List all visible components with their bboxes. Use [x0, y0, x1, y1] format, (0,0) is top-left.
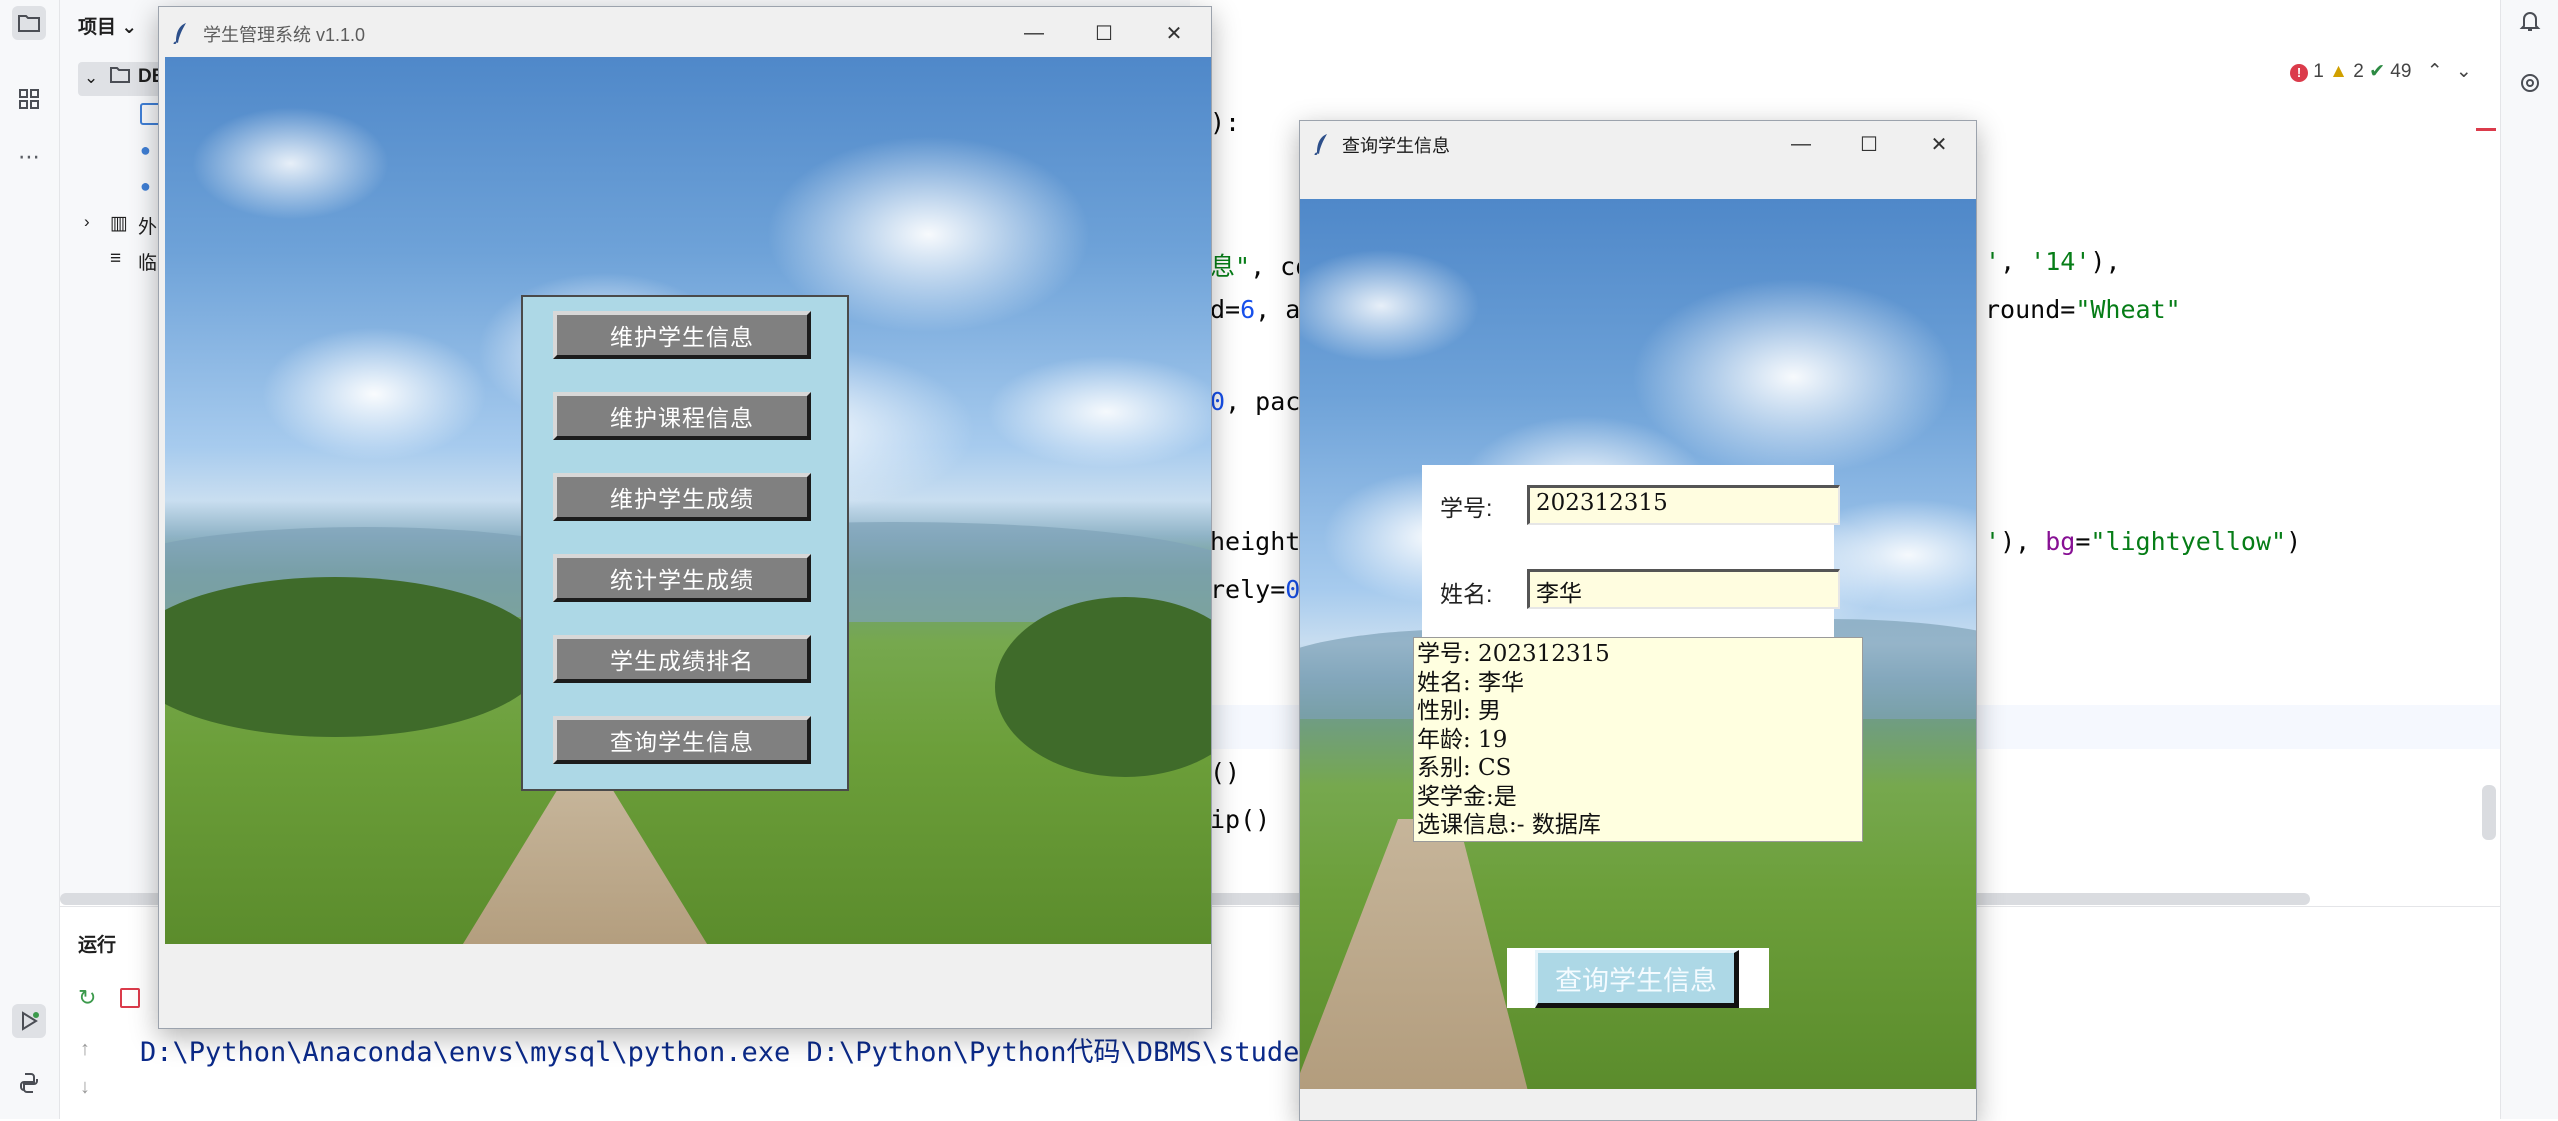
error-count: 1: [2313, 61, 2324, 82]
query-window: 查询学生信息 — ☐ ✕ 学号: 202312315 姓名: 李华 学号: 20…: [1299, 120, 1977, 1121]
maintain-student-info-button[interactable]: 维护学生信息: [553, 311, 811, 359]
feather-icon: [1314, 134, 1327, 155]
rerun-icon[interactable]: ↻: [78, 985, 96, 1011]
chevron-up-icon[interactable]: ⌃: [2427, 61, 2443, 82]
code-line: ', '14'),: [1985, 247, 2121, 276]
ai-assistant-icon[interactable]: [2513, 66, 2547, 100]
code-line: rely=0: [1210, 575, 1301, 604]
code-line: ip(): [1210, 805, 1271, 834]
result-line: 学号: 202312315: [1417, 641, 1610, 667]
code-line: 0, pac: [1210, 387, 1301, 416]
grade-ranking-button[interactable]: 学生成绩排名: [553, 635, 811, 683]
query-student-info-button[interactable]: 查询学生信息: [553, 716, 811, 764]
name-label: 姓名:: [1440, 581, 1493, 607]
code-line: d=6, a: [1210, 295, 1301, 324]
search-form: 学号: 202312315 姓名: 李华: [1422, 465, 1840, 637]
result-line: 性别: 男: [1417, 698, 1502, 724]
maximize-button[interactable]: ☐: [1069, 7, 1139, 59]
feather-icon: [173, 23, 186, 44]
minimize-button[interactable]: —: [1766, 121, 1836, 167]
arrow-down-icon[interactable]: ↓: [80, 1076, 90, 1099]
run-tab[interactable]: 运行: [78, 930, 116, 957]
bell-icon[interactable]: [2513, 4, 2547, 38]
chevron-down-icon[interactable]: ⌄: [84, 68, 98, 88]
folder-icon: [110, 66, 130, 90]
arrow-up-icon[interactable]: ↑: [80, 1038, 90, 1061]
run-tool-icon[interactable]: [12, 1004, 46, 1038]
result-line: 选课信息:- 数据库: [1417, 812, 1601, 838]
main-window-titlebar[interactable]: 学生管理系统 v1.1.0 — ☐ ✕: [159, 7, 1211, 59]
check-icon: ✔: [2369, 61, 2386, 82]
chevron-right-icon[interactable]: ›: [84, 212, 90, 232]
tree-scratch-label[interactable]: 临: [138, 248, 157, 275]
maintain-student-grades-button[interactable]: 维护学生成绩: [553, 473, 811, 521]
python-console-icon[interactable]: [12, 1066, 46, 1100]
vertical-scrollbar[interactable]: [2482, 785, 2496, 840]
dirt-path: [455, 787, 715, 944]
query-button[interactable]: 查询学生信息: [1535, 950, 1739, 1008]
scratch-icon: ≡: [110, 248, 122, 269]
activity-bar: ⋯: [0, 0, 60, 1119]
result-line: 系别: CS: [1417, 755, 1512, 781]
structure-icon[interactable]: [12, 82, 46, 116]
inspection-status[interactable]: ! 1 ▲ 2 ✔ 49 ⌃ ⌄: [2290, 60, 2472, 83]
right-tool-bar: [2500, 0, 2558, 1119]
statistics-grades-button[interactable]: 统计学生成绩: [553, 554, 811, 602]
code-line: height: [1210, 527, 1301, 556]
main-window: 学生管理系统 v1.1.0 — ☐ ✕ 维护学生信息 维护课程信息 维护学生成绩…: [158, 6, 1212, 1029]
warning-count: 2: [2353, 61, 2364, 82]
code-line: ):: [1210, 108, 1241, 137]
maintain-course-info-button[interactable]: 维护课程信息: [553, 392, 811, 440]
tree-cluster: [995, 597, 1211, 777]
name-input[interactable]: 李华: [1527, 569, 1840, 609]
code-line: '), bg="lightyellow"): [1985, 527, 2302, 556]
query-button-frame: 查询学生信息: [1507, 948, 1769, 1008]
project-title[interactable]: 项目 ⌄: [78, 12, 137, 39]
result-line: 奖学金:是: [1417, 783, 1517, 810]
code-line: round="Wheat": [1985, 295, 2181, 324]
code-line: (): [1210, 758, 1241, 787]
error-icon: !: [2290, 64, 2308, 82]
python-file-icon: ●: [140, 140, 151, 160]
result-line: 年龄: 19: [1417, 726, 1508, 753]
main-window-title: 学生管理系统 v1.1.0: [203, 25, 366, 45]
close-button[interactable]: ✕: [1139, 7, 1209, 59]
warning-icon: ▲: [2329, 61, 2348, 82]
close-button[interactable]: ✕: [1904, 121, 1974, 167]
python-file-icon: ●: [140, 176, 151, 196]
dirt-path: [1300, 819, 1530, 1089]
ok-count: 49: [2390, 61, 2412, 82]
code-line: 息", co: [1210, 252, 1311, 281]
error-stripe-mark[interactable]: [2476, 128, 2496, 131]
run-console-output: D:\Python\Anaconda\envs\mysql\python.exe…: [140, 1037, 1316, 1068]
student-id-input[interactable]: 202312315: [1527, 485, 1840, 525]
more-icon[interactable]: ⋯: [12, 140, 46, 174]
minimize-button[interactable]: —: [999, 7, 1069, 59]
maximize-button[interactable]: ☐: [1834, 121, 1904, 167]
library-icon: ▥: [110, 213, 128, 234]
folder-icon[interactable]: [12, 6, 46, 40]
query-window-title: 查询学生信息: [1342, 136, 1450, 156]
query-window-titlebar[interactable]: 查询学生信息 — ☐ ✕: [1300, 121, 1976, 167]
chevron-down-icon[interactable]: ⌄: [2456, 61, 2472, 82]
menu-panel: 维护学生信息 维护课程信息 维护学生成绩 统计学生成绩 学生成绩排名 查询学生信…: [521, 295, 849, 791]
student-id-label: 学号:: [1440, 495, 1493, 521]
stop-icon[interactable]: [120, 988, 140, 1008]
result-line: 姓名: 李华: [1417, 669, 1525, 696]
tree-external-label[interactable]: 外: [138, 212, 157, 239]
result-display: 学号: 202312315 姓名: 李华 性别: 男年龄: 19 系别: CS 奖学金:…: [1413, 637, 1863, 842]
